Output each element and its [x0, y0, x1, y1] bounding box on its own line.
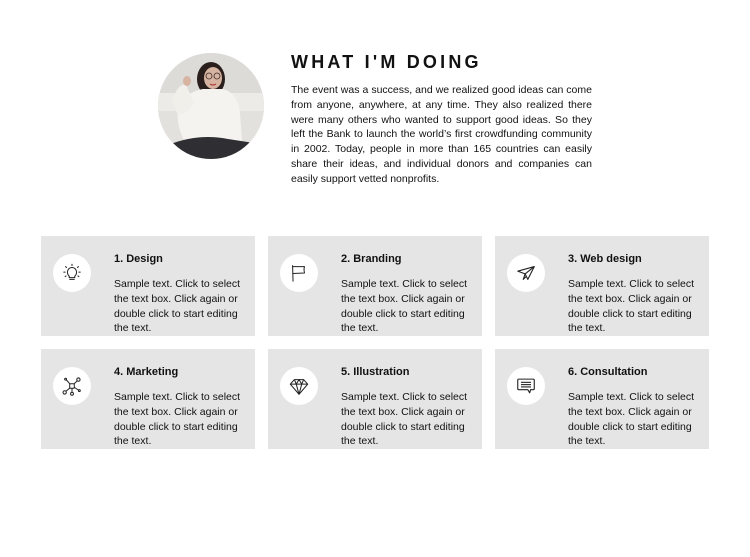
service-card-marketing[interactable]: 4. Marketing Sample text. Click to selec… [41, 349, 255, 449]
service-card-consultation[interactable]: 6. Consultation Sample text. Click to se… [495, 349, 709, 449]
intro-paragraph: The event was a success, and we realized… [291, 84, 592, 185]
network-icon [62, 377, 81, 396]
person-photo-illustration [158, 53, 264, 159]
service-card-web-design[interactable]: 3. Web design Sample text. Click to sele… [495, 236, 709, 336]
flag-icon [292, 265, 306, 282]
avatar-photo [158, 53, 264, 159]
lightbulb-icon [63, 263, 81, 280]
card-text: Sample text. Click to select the text bo… [568, 391, 695, 448]
card-text: Sample text. Click to select the text bo… [341, 391, 468, 448]
card-text: Sample text. Click to select the text bo… [568, 278, 695, 335]
diamond-icon [289, 379, 309, 395]
card-text: Sample text. Click to select the text bo… [114, 391, 241, 448]
section-title: WHAT I'M DOING [291, 52, 482, 72]
card-title: 5. Illustration [341, 366, 410, 378]
card-title: 1. Design [114, 253, 163, 265]
service-card-design[interactable]: 1. Design Sample text. Click to select t… [41, 236, 255, 336]
card-title: 4. Marketing [114, 366, 179, 378]
paper-plane-icon [517, 266, 535, 280]
service-card-illustration[interactable]: 5. Illustration Sample text. Click to se… [268, 349, 482, 449]
card-title: 6. Consultation [568, 366, 648, 378]
service-card-branding[interactable]: 2. Branding Sample text. Click to select… [268, 236, 482, 336]
chat-bubble-icon [517, 378, 535, 394]
card-title: 3. Web design [568, 253, 642, 265]
card-text: Sample text. Click to select the text bo… [341, 278, 468, 335]
card-text: Sample text. Click to select the text bo… [114, 278, 241, 335]
card-title: 2. Branding [341, 253, 402, 265]
